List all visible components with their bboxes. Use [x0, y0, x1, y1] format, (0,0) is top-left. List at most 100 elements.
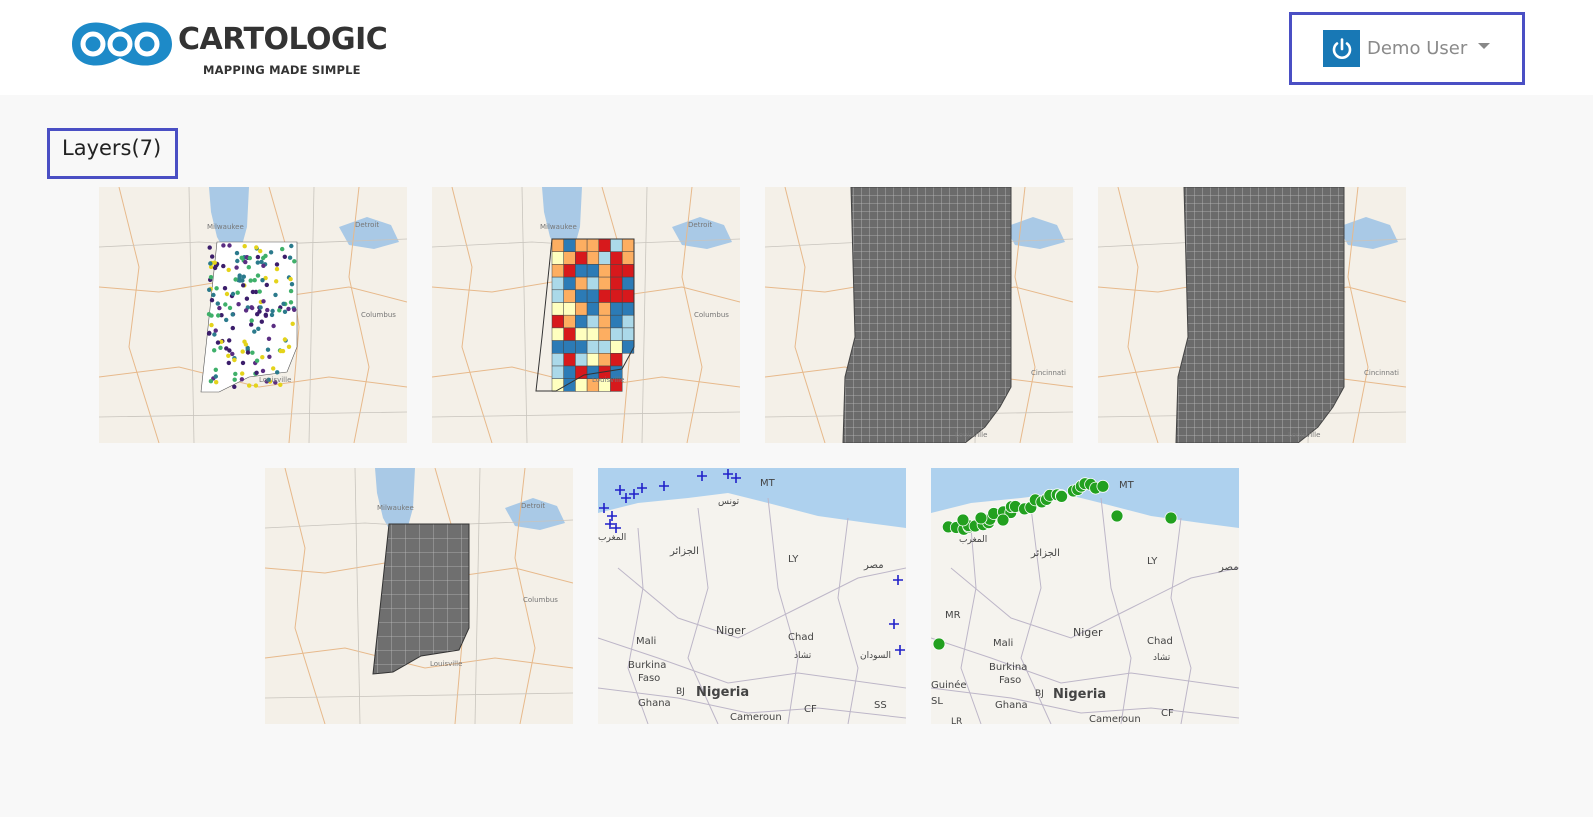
power-icon	[1323, 30, 1360, 67]
map-preview: Milwaukee Detroit Columbus Louisville	[432, 187, 740, 443]
layer-thumbnail-7[interactable]: MT المغرب الجزائر LY مصر MR Mali Niger C…	[931, 468, 1239, 724]
county-region	[551, 365, 564, 379]
map-point	[268, 250, 274, 255]
map-point	[280, 246, 285, 252]
map-point	[215, 301, 220, 306]
map-label: Louisville	[1288, 431, 1320, 439]
county-region	[563, 365, 576, 379]
map-point	[249, 318, 254, 323]
map-point	[275, 370, 280, 375]
map-point	[274, 266, 280, 272]
county-region	[551, 289, 564, 303]
map-point	[230, 351, 235, 357]
map-label: Ghana	[638, 698, 671, 709]
map-point	[232, 384, 237, 389]
layer-thumbnail-5[interactable]: Milwaukee Detroit Columbus Louisville	[265, 468, 573, 724]
map-point	[227, 305, 233, 311]
county-region	[621, 238, 635, 252]
map-point	[230, 325, 235, 331]
county-region	[563, 340, 576, 354]
map-point	[234, 265, 239, 270]
map-point	[254, 245, 259, 250]
county-region	[610, 340, 623, 354]
layer-thumbnail-2[interactable]: Milwaukee Detroit Columbus Louisville	[432, 187, 740, 443]
map-point	[247, 255, 252, 261]
map-point	[208, 261, 213, 266]
map-point	[244, 296, 250, 301]
county-region	[563, 314, 576, 329]
map-point	[221, 243, 226, 248]
map-point	[239, 377, 245, 382]
county-region	[575, 264, 588, 278]
county-region	[621, 302, 635, 316]
map-point	[208, 379, 214, 384]
map-point	[213, 328, 218, 333]
map-point	[240, 371, 245, 376]
map-point	[208, 275, 214, 280]
map-point	[217, 305, 222, 311]
map-point	[292, 307, 297, 312]
map-point	[265, 307, 270, 313]
county-region	[563, 238, 576, 252]
map-point	[214, 286, 219, 291]
map-point	[236, 302, 241, 307]
county-region	[586, 314, 600, 329]
map-point	[207, 330, 212, 336]
map-label: Nigeria	[1053, 687, 1106, 702]
map-point	[254, 358, 260, 363]
map-point	[282, 309, 288, 314]
layer-thumbnail-3[interactable]: Cincinnati Louisville	[765, 187, 1073, 443]
map-point	[1110, 509, 1124, 523]
map-label: SL	[931, 696, 943, 707]
map-point	[261, 255, 266, 261]
map-point	[222, 286, 228, 291]
map-label: Milwaukee	[207, 223, 244, 231]
map-point	[292, 259, 297, 264]
map-preview: Cincinnati Louisville	[765, 187, 1073, 443]
map-point	[239, 255, 244, 260]
map-point	[227, 243, 232, 248]
layer-thumbnail-4[interactable]: Cincinnati Louisville	[1098, 187, 1406, 443]
map-point	[274, 279, 279, 284]
map-point	[243, 259, 248, 265]
map-point	[289, 282, 295, 287]
county-region	[586, 327, 600, 341]
map-point	[245, 350, 251, 355]
map-preview: MT تونس المغرب الجزائر LY مصر Mali Niger…	[598, 468, 906, 724]
map-point	[273, 292, 278, 298]
map-label: LY	[788, 554, 799, 565]
county-region	[598, 353, 611, 367]
map-label: SS	[874, 700, 887, 711]
map-point	[240, 360, 246, 366]
cartologic-logo[interactable]: CARTOLOGIC MAPPING MADE SIMPLE	[68, 8, 398, 80]
county-region	[551, 314, 564, 329]
county-region	[575, 289, 588, 303]
map-point	[224, 291, 230, 297]
map-label: تونس	[718, 497, 740, 507]
map-label: Louisville	[430, 660, 462, 668]
county-region	[621, 251, 635, 265]
map-label: المغرب	[598, 533, 626, 543]
map-label: Columbus	[523, 596, 558, 604]
layer-thumbnail-1[interactable]: Milwaukee Detroit Columbus Louisville	[99, 187, 407, 443]
map-label: Milwaukee	[377, 504, 414, 512]
map-point	[286, 306, 291, 312]
map-point	[246, 265, 251, 270]
county-region	[598, 302, 611, 316]
map-point	[212, 332, 217, 337]
map-label: Cameroun	[730, 712, 782, 723]
county-region	[551, 327, 564, 341]
map-point	[288, 300, 294, 305]
county-region	[586, 353, 600, 367]
map-point	[230, 291, 236, 297]
map-label: Cincinnati	[1031, 369, 1066, 377]
map-point	[250, 350, 255, 355]
county-region	[575, 353, 588, 367]
map-point	[974, 511, 988, 525]
layer-thumbnail-6[interactable]: MT تونس المغرب الجزائر LY مصر Mali Niger…	[598, 468, 906, 724]
county-region	[610, 276, 623, 291]
user-menu-dropdown[interactable]: Demo User	[1289, 12, 1525, 85]
map-point	[269, 312, 275, 318]
map-label: Mali	[993, 638, 1013, 649]
county-region	[610, 353, 623, 367]
